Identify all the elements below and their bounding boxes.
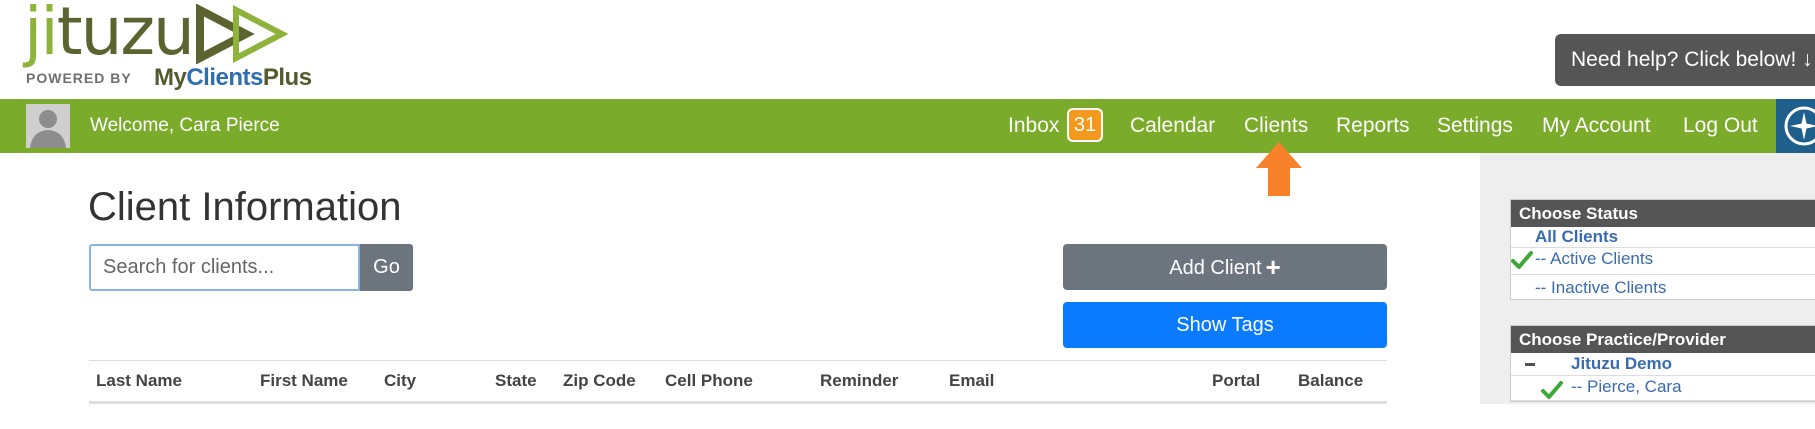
page-title: Client Information bbox=[88, 185, 402, 229]
choose-provider-box: Choose Practice/Provider Jituzu Demo -- … bbox=[1510, 325, 1815, 402]
practice-jituzu-demo[interactable]: Jituzu Demo bbox=[1511, 353, 1815, 376]
myclientsplus-brand: MyClientsPlus bbox=[154, 64, 312, 92]
nav-log-out[interactable]: Log Out bbox=[1683, 99, 1758, 153]
show-tags-button[interactable]: Show Tags bbox=[1063, 302, 1387, 348]
choose-status-box: Choose Status All Clients -- Active Clie… bbox=[1510, 199, 1815, 300]
status-inactive-clients[interactable]: -- Inactive Clients bbox=[1511, 275, 1815, 299]
nav-calendar[interactable]: Calendar bbox=[1130, 99, 1215, 153]
compass-icon[interactable] bbox=[1776, 99, 1815, 153]
column-header-email[interactable]: Email bbox=[949, 361, 994, 401]
compass-glyph-icon bbox=[1784, 106, 1815, 146]
logo-word-ji: ji bbox=[24, 0, 59, 70]
help-button[interactable]: Need help? Click below! ↓ bbox=[1555, 34, 1815, 86]
nav-settings[interactable]: Settings bbox=[1437, 99, 1513, 153]
nav-my-account[interactable]: My Account bbox=[1542, 99, 1651, 153]
status-active-clients[interactable]: -- Active Clients bbox=[1511, 248, 1815, 275]
inbox-count-badge[interactable]: 31 bbox=[1067, 108, 1103, 142]
jituzu-logo[interactable]: jituzu POWERED BY MyClientsPlus bbox=[24, 0, 312, 96]
column-header-first-name[interactable]: First Name bbox=[260, 361, 348, 401]
choose-provider-heading: Choose Practice/Provider bbox=[1511, 326, 1815, 353]
choose-status-heading: Choose Status bbox=[1511, 200, 1815, 227]
provider-pierce-cara[interactable]: -- Pierce, Cara bbox=[1511, 376, 1815, 401]
nav-inbox[interactable]: Inbox bbox=[1008, 99, 1059, 153]
welcome-text: Welcome, Cara Pierce bbox=[90, 115, 280, 136]
orange-up-arrow-icon bbox=[1256, 142, 1302, 196]
brand-plus: Plus bbox=[262, 64, 312, 91]
avatar-silhouette-icon bbox=[26, 104, 70, 148]
column-header-cell-phone[interactable]: Cell Phone bbox=[665, 361, 753, 401]
play-arrows-icon bbox=[196, 4, 289, 64]
clients-table-header: Last Name First Name City State Zip Code… bbox=[89, 360, 1387, 404]
brand-my: My bbox=[154, 64, 187, 91]
status-all-clients[interactable]: All Clients bbox=[1511, 227, 1815, 248]
provider-label: -- Pierce, Cara bbox=[1571, 377, 1682, 396]
checkmark-icon bbox=[1541, 381, 1563, 399]
top-navbar: Welcome, Cara Pierce Inbox 31 Calendar C… bbox=[0, 99, 1815, 153]
search-go-button[interactable]: Go bbox=[360, 244, 413, 291]
active-clients-label: -- Active Clients bbox=[1535, 249, 1654, 268]
column-header-portal[interactable]: Portal bbox=[1212, 361, 1260, 401]
column-header-balance[interactable]: Balance bbox=[1298, 361, 1363, 401]
column-header-zip-code[interactable]: Zip Code bbox=[563, 361, 636, 401]
client-search-input[interactable] bbox=[89, 244, 360, 291]
column-header-city[interactable]: City bbox=[384, 361, 416, 401]
checkmark-icon bbox=[1511, 251, 1533, 269]
add-client-label: Add Client bbox=[1169, 257, 1262, 279]
column-header-last-name[interactable]: Last Name bbox=[96, 361, 182, 401]
plus-icon: + bbox=[1265, 252, 1281, 282]
logo-wordmark: jituzu bbox=[24, 0, 195, 70]
user-avatar-icon[interactable] bbox=[26, 104, 70, 148]
practice-name-label: Jituzu Demo bbox=[1571, 354, 1673, 373]
column-header-state[interactable]: State bbox=[495, 361, 537, 401]
nav-reports[interactable]: Reports bbox=[1336, 99, 1410, 153]
powered-by-label: POWERED BY bbox=[26, 70, 132, 86]
collapse-minus-icon[interactable] bbox=[1525, 363, 1535, 366]
column-header-reminder[interactable]: Reminder bbox=[820, 361, 898, 401]
filter-sidebar: Choose Status All Clients -- Active Clie… bbox=[1480, 153, 1815, 404]
brand-clients: Clients bbox=[186, 64, 263, 91]
logo-word-tuzu: tuzu bbox=[56, 0, 195, 70]
add-client-button[interactable]: Add Client + bbox=[1063, 244, 1387, 290]
